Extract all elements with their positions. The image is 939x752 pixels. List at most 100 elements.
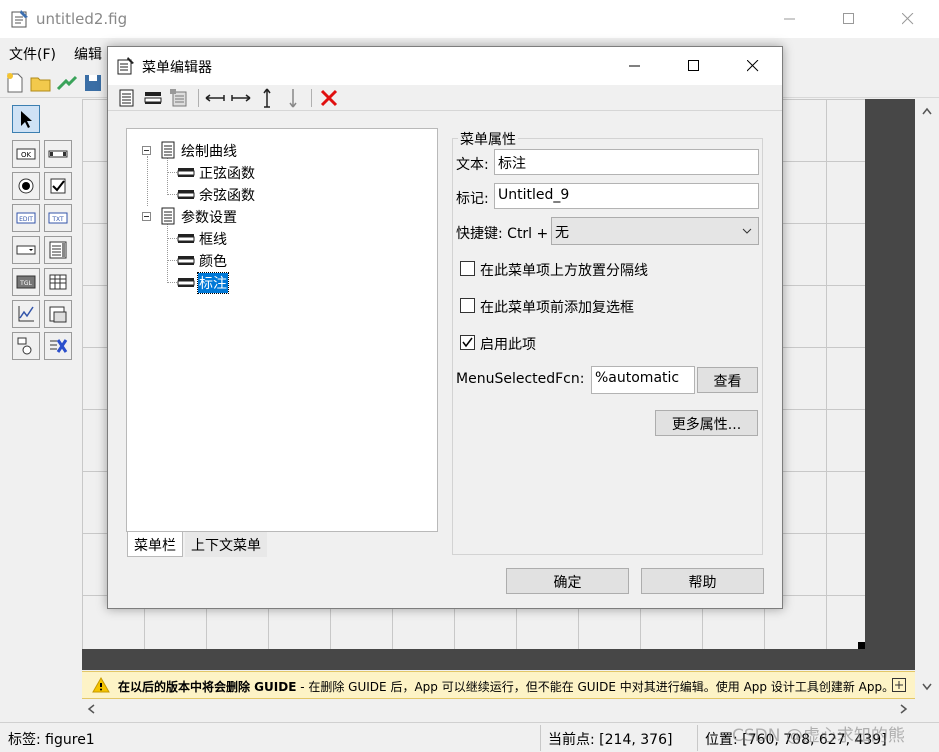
button-group-tool[interactable] (12, 332, 40, 360)
warning-expand-button[interactable] (892, 678, 906, 692)
radiobutton-icon (18, 178, 34, 194)
status-separator (697, 725, 698, 751)
export-icon[interactable] (55, 71, 79, 95)
axes-icon (18, 306, 34, 322)
separator-checkbox[interactable] (460, 261, 475, 276)
close-icon (902, 13, 914, 25)
tree-connector (167, 260, 177, 261)
slider-tool[interactable] (44, 140, 72, 168)
menu-editor-dialog: 菜单编辑器 绘制曲线 正弦函数 余弦函数 参数设置 框线 颜色 标注 菜单栏 上… (107, 46, 783, 609)
watermark: CSDN @虚心求知的熊 (732, 726, 905, 746)
tab-menubar[interactable]: 菜单栏 (127, 532, 183, 557)
close-icon (747, 60, 759, 72)
table-icon (49, 274, 67, 290)
delete-icon[interactable] (318, 87, 340, 109)
menu-tree[interactable]: 绘制曲线 正弦函数 余弦函数 参数设置 框线 颜色 标注 (126, 128, 438, 532)
accelerator-value: 无 (555, 225, 569, 241)
menu-edit[interactable]: 编辑 (74, 44, 102, 64)
menu-editor-icon (117, 57, 134, 75)
scroll-left-icon[interactable] (87, 704, 95, 714)
enable-checkbox[interactable] (460, 335, 475, 350)
dialog-minimize-button[interactable] (612, 47, 658, 85)
more-properties-button[interactable]: 更多属性... (655, 410, 758, 436)
dialog-toolbar (108, 85, 782, 111)
toggle-button-tool[interactable]: TGL (12, 268, 40, 296)
panel-tool[interactable] (44, 300, 72, 328)
toggle-button-icon: TGL (16, 275, 36, 289)
menu-item-icon (177, 234, 195, 243)
callback-field[interactable]: %automatic (591, 366, 695, 394)
text-field[interactable]: 标注 (494, 149, 759, 175)
svg-text:EDIT: EDIT (19, 216, 33, 223)
dialog-maximize-button[interactable] (671, 47, 717, 85)
move-left-icon[interactable] (204, 87, 226, 109)
new-menu-item-icon[interactable] (142, 87, 164, 109)
activex-tool[interactable] (44, 332, 72, 360)
select-tool[interactable] (12, 105, 40, 133)
popup-menu-icon (16, 245, 36, 255)
pushbutton-tool[interactable]: OK (12, 140, 40, 168)
new-file-icon[interactable] (3, 71, 27, 95)
dialog-close-button[interactable] (730, 47, 776, 85)
listbox-tool[interactable] (44, 236, 72, 264)
status-separator (540, 725, 541, 751)
tree-item-label: 参数设置 (181, 210, 237, 226)
minimize-button[interactable] (767, 0, 813, 38)
ok-button[interactable]: 确定 (506, 568, 629, 594)
help-button[interactable]: 帮助 (641, 568, 764, 594)
save-icon[interactable] (81, 71, 105, 95)
new-context-menu-icon[interactable] (168, 87, 190, 109)
listbox-icon (49, 241, 67, 259)
collapse-toggle[interactable] (142, 212, 151, 221)
warning-icon (92, 677, 110, 693)
table-tool[interactable] (44, 268, 72, 296)
tree-item-label: 框线 (199, 232, 227, 248)
maximize-button[interactable] (826, 0, 872, 38)
radiobutton-tool[interactable] (12, 172, 40, 200)
warning-message: 在以后的版本中将会删除 GUIDE - 在删除 GUIDE 后，App 可以继续… (118, 678, 894, 695)
properties-group-title: 菜单属性 (458, 129, 518, 149)
static-text-tool[interactable]: TXT (44, 204, 72, 232)
move-right-icon[interactable] (230, 87, 252, 109)
scroll-down-icon[interactable] (922, 683, 932, 691)
accelerator-label: 快捷键: Ctrl + (456, 226, 549, 242)
edit-text-tool[interactable]: EDIT (12, 204, 40, 232)
horizontal-scrollbar[interactable] (82, 699, 915, 721)
collapse-toggle[interactable] (142, 146, 151, 155)
status-tag: 标签: figure1 (8, 732, 95, 748)
scroll-right-icon[interactable] (900, 704, 908, 714)
checkmark-checkbox[interactable] (460, 298, 475, 313)
scroll-up-icon[interactable] (922, 107, 932, 115)
canvas-resize-handle[interactable] (858, 642, 865, 649)
tree-connector (167, 282, 177, 283)
edit-text-icon: EDIT (16, 212, 36, 224)
tree-connector (167, 172, 177, 173)
open-folder-icon[interactable] (29, 71, 53, 95)
menu-icon (161, 141, 175, 159)
axes-tool[interactable] (12, 300, 40, 328)
accelerator-select[interactable]: 无 (551, 217, 759, 245)
checkbox-tool[interactable] (44, 172, 72, 200)
tree-item-label: 余弦函数 (199, 188, 255, 204)
vertical-scrollbar[interactable] (915, 99, 939, 699)
separator-label: 在此菜单项上方放置分隔线 (480, 263, 648, 279)
close-button[interactable] (885, 0, 931, 38)
dialog-title-bar: 菜单编辑器 (108, 47, 782, 85)
chevron-down-icon (742, 228, 752, 234)
move-up-icon[interactable] (256, 87, 278, 109)
tree-item-label: 标注 (197, 272, 229, 294)
minimize-icon (629, 65, 640, 67)
menu-file[interactable]: 文件(F) (9, 44, 56, 64)
move-down-icon[interactable] (282, 87, 304, 109)
plus-icon (895, 681, 903, 689)
popup-menu-tool[interactable] (12, 236, 40, 264)
button-group-icon (17, 337, 32, 355)
tab-context-menu[interactable]: 上下文菜单 (185, 532, 267, 557)
figure-file-icon (11, 10, 28, 28)
svg-text:TGL: TGL (19, 280, 32, 287)
tag-field[interactable]: Untitled_9 (494, 183, 759, 209)
new-menu-icon[interactable] (116, 87, 138, 109)
view-button[interactable]: 查看 (697, 367, 758, 393)
checkbox-icon (50, 178, 66, 194)
main-window-title: untitled2.fig (36, 10, 128, 28)
